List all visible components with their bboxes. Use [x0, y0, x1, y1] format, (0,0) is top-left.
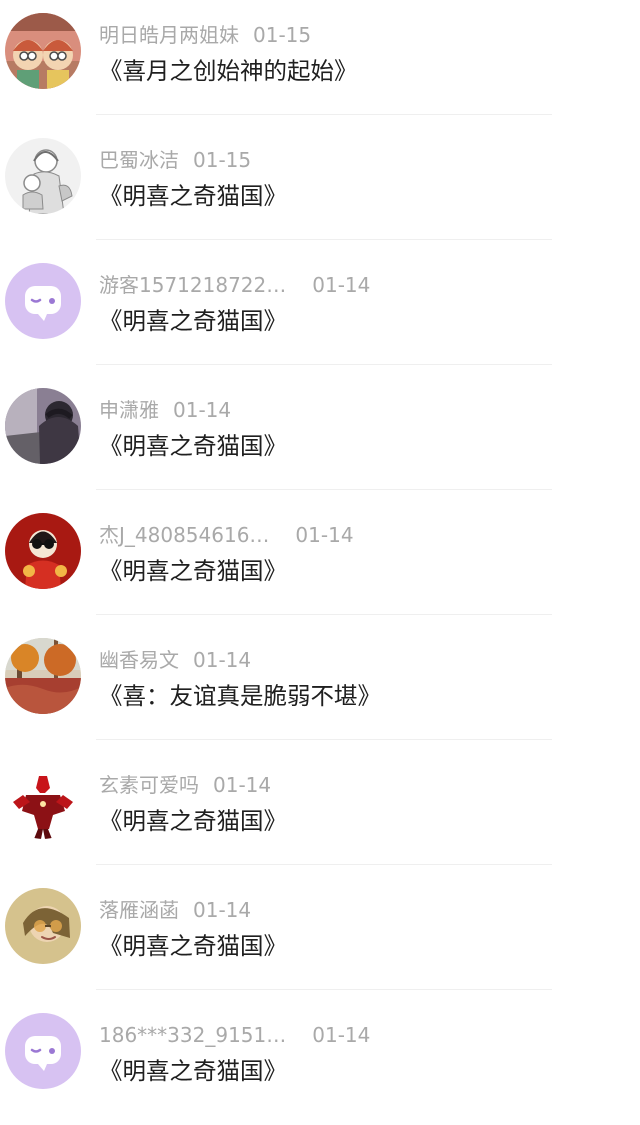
avatar[interactable]: [5, 638, 81, 714]
avatar[interactable]: [5, 888, 81, 964]
chat-bubble-icon: [5, 1013, 81, 1089]
story-title[interactable]: 《明喜之奇猫国》: [99, 804, 287, 838]
username[interactable]: 申潇雅: [99, 398, 159, 422]
comment-meta: 明日皓月两姐妹 01-15: [99, 21, 311, 49]
comment-meta: 落雁涵菡 01-14: [99, 896, 251, 924]
divider: [96, 739, 552, 740]
username[interactable]: 杰J_480854616…: [99, 523, 269, 547]
divider: [96, 364, 552, 365]
comment-meta: 玄素可爱吗 01-14: [99, 771, 271, 799]
avatar-girl-sunglasses-icon: [5, 888, 81, 964]
story-title[interactable]: 《喜：友谊真是脆弱不堪》: [99, 679, 381, 713]
avatar[interactable]: [5, 138, 81, 214]
divider: [96, 114, 552, 115]
avatar-cartoon-sisters-icon: [5, 13, 81, 89]
username[interactable]: 186***332_9151…: [99, 1023, 286, 1047]
avatar-autumn-forest-icon: [5, 638, 81, 714]
timestamp: 01-14: [193, 898, 252, 922]
avatar-dark-portrait-icon: [5, 388, 81, 464]
avatar[interactable]: [5, 513, 81, 589]
story-title[interactable]: 《明喜之奇猫国》: [99, 429, 287, 463]
list-item[interactable]: 巴蜀冰洁 01-15 《明喜之奇猫国》: [0, 125, 640, 250]
list-item[interactable]: 幽香易文 01-14 《喜：友谊真是脆弱不堪》: [0, 625, 640, 750]
story-title[interactable]: 《明喜之奇猫国》: [99, 304, 287, 338]
username[interactable]: 幽香易文: [99, 648, 179, 672]
comment-meta: 杰J_480854616… 01-14: [99, 521, 354, 549]
avatar[interactable]: [5, 1013, 81, 1089]
username[interactable]: 玄素可爱吗: [99, 773, 199, 797]
list-item[interactable]: 186***332_9151… 01-14 《明喜之奇猫国》: [0, 1000, 640, 1125]
username[interactable]: 巴蜀冰洁: [99, 148, 179, 172]
list-item[interactable]: 游客1571218722… 01-14 《明喜之奇猫国》: [0, 250, 640, 375]
list-item[interactable]: 落雁涵菡 01-14 《明喜之奇猫国》: [0, 875, 640, 1000]
timestamp: 01-14: [193, 648, 252, 672]
timestamp: 01-14: [295, 523, 354, 547]
timestamp: 01-14: [312, 1023, 371, 1047]
timestamp: 01-14: [312, 273, 371, 297]
timestamp: 01-14: [173, 398, 232, 422]
avatar[interactable]: [5, 388, 81, 464]
timestamp: 01-15: [253, 23, 312, 47]
story-title[interactable]: 《喜月之创始神的起始》: [99, 54, 358, 88]
list-item[interactable]: 明日皓月两姐妹 01-15 《喜月之创始神的起始》: [0, 0, 640, 125]
divider: [96, 489, 552, 490]
divider: [96, 239, 552, 240]
divider: [96, 989, 552, 990]
list-item[interactable]: 玄素可爱吗 01-14 《明喜之奇猫国》: [0, 750, 640, 875]
username[interactable]: 落雁涵菡: [99, 898, 179, 922]
story-title[interactable]: 《明喜之奇猫国》: [99, 554, 287, 588]
story-title[interactable]: 《明喜之奇猫国》: [99, 1054, 287, 1088]
avatar-sketch-mother-child-icon: [5, 138, 81, 214]
timestamp: 01-14: [213, 773, 272, 797]
comment-meta: 幽香易文 01-14: [99, 646, 251, 674]
avatar[interactable]: [5, 763, 81, 839]
username[interactable]: 游客1571218722…: [99, 273, 286, 297]
avatar-red-robot-icon: [5, 763, 81, 839]
list-item[interactable]: 申潇雅 01-14 《明喜之奇猫国》: [0, 375, 640, 500]
timestamp: 01-15: [193, 148, 252, 172]
comment-feed: 明日皓月两姐妹 01-15 《喜月之创始神的起始》 巴蜀冰洁 01-15 《明喜之奇…: [0, 0, 640, 1112]
comment-meta: 巴蜀冰洁 01-15: [99, 146, 251, 174]
avatar-red-cartoon-icon: [5, 513, 81, 589]
avatar[interactable]: [5, 263, 81, 339]
list-item[interactable]: 杰J_480854616… 01-14 《明喜之奇猫国》: [0, 500, 640, 625]
story-title[interactable]: 《明喜之奇猫国》: [99, 179, 287, 213]
comment-meta: 游客1571218722… 01-14: [99, 271, 370, 299]
comment-meta: 186***332_9151… 01-14: [99, 1021, 370, 1049]
divider: [96, 864, 552, 865]
chat-bubble-icon: [5, 263, 81, 339]
comment-meta: 申潇雅 01-14: [99, 396, 231, 424]
username[interactable]: 明日皓月两姐妹: [99, 23, 239, 47]
story-title[interactable]: 《明喜之奇猫国》: [99, 929, 287, 963]
divider: [96, 614, 552, 615]
avatar[interactable]: [5, 13, 81, 89]
